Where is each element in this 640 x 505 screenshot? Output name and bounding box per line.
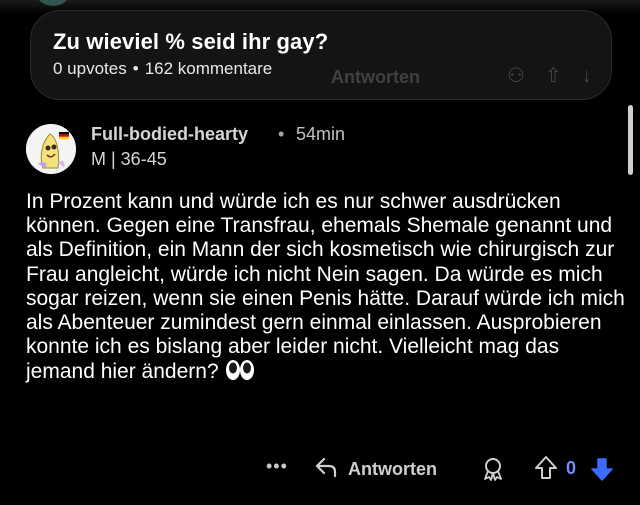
comment-username[interactable]: Full-bodied-hearty <box>91 124 248 145</box>
upvote-arrow-icon[interactable] <box>534 455 558 486</box>
award-icon[interactable] <box>480 456 506 487</box>
reply-button[interactable]: Antworten <box>314 454 437 484</box>
meta-separator: • <box>132 59 139 78</box>
reply-label: Antworten <box>348 458 437 479</box>
user-flair: M | 36-45 <box>91 149 167 169</box>
ghost-reply-label: Antworten <box>331 67 420 87</box>
username-separator: • <box>278 124 285 144</box>
post-upvotes: 0 upvotes <box>53 59 127 78</box>
comment-body-text: In Prozent kann und würde ich es nur sch… <box>26 190 625 384</box>
scrollbar[interactable] <box>628 105 633 175</box>
post-comment-count: 162 kommentare <box>144 59 273 78</box>
comment-action-bar: ••• Antworten 0 <box>0 452 640 486</box>
eyes-emoji-icon <box>225 359 255 387</box>
user-avatar[interactable] <box>26 124 76 174</box>
downvote-arrow-icon[interactable] <box>590 456 614 487</box>
comment-body: In Prozent kann und würde ich es nur sch… <box>26 190 626 388</box>
post-title: Zu wieviel % seid ihr gay? <box>53 29 329 54</box>
ghost-action-icons: ⚇ ⇧ ↓ <box>507 65 592 87</box>
pinned-post-header[interactable]: Antworten ⚇ ⇧ ↓ Zu wieviel % seid ihr gay?… <box>30 10 612 100</box>
reply-arrow-icon <box>314 456 338 483</box>
vote-score: 0 <box>566 458 577 478</box>
post-meta: 0 upvotes • 162 kommentare <box>53 59 272 79</box>
more-options-button[interactable]: ••• <box>266 456 288 477</box>
comment-timestamp: 54min <box>296 124 346 144</box>
